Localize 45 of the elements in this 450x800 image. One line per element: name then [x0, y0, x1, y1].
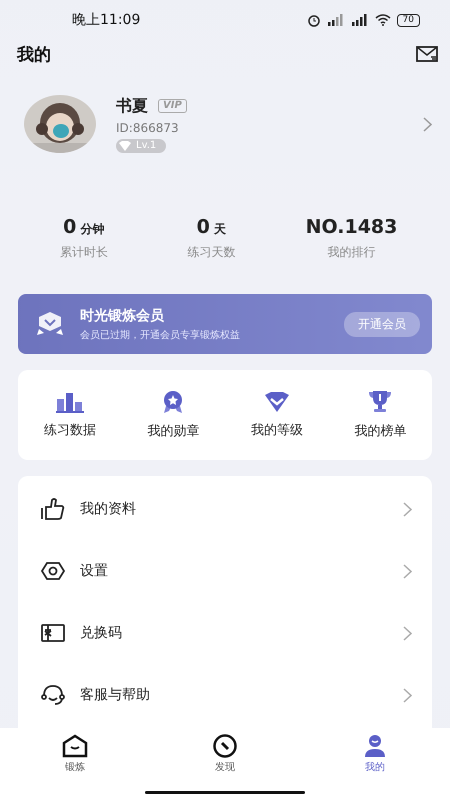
membership-subtitle: 会员已过期，开通会员专享锻炼权益: [80, 328, 241, 342]
user-icon: [362, 734, 388, 758]
shortcut-item[interactable]: 我的等级: [225, 391, 328, 439]
stat-value: 0 分钟: [63, 216, 104, 238]
bar-chart-icon: [54, 391, 85, 413]
shortcut-item[interactable]: 练习数据: [18, 391, 122, 439]
home-icon: [62, 734, 88, 758]
wifi-icon: [374, 14, 391, 26]
page-title: 我的: [17, 44, 51, 66]
chevron-right-icon: [423, 116, 432, 132]
signal-icon: [350, 14, 369, 26]
membership-title: 时光锻炼会员: [80, 306, 165, 324]
membership-banner[interactable]: 时光锻炼会员 会员已过期，开通会员专享锻炼权益 开通会员: [18, 294, 432, 354]
signal-icon: [326, 14, 345, 26]
thumbs-up-icon: [40, 496, 66, 522]
stat-value: 0 天: [196, 216, 226, 238]
stat-label: 我的排行: [328, 244, 376, 261]
chevron-right-icon: [403, 688, 412, 702]
diamond-icon: [262, 391, 291, 413]
menu-item[interactable]: 我的资料: [80, 500, 389, 518]
menu-item[interactable]: 设置: [80, 562, 389, 580]
shortcut-item[interactable]: 我的榜单: [328, 390, 432, 440]
tab-button[interactable]: 我的: [300, 734, 450, 774]
headset-icon: [40, 682, 66, 708]
user-id: ID:866873: [116, 120, 180, 134]
vip-badge: VIP: [158, 99, 187, 113]
compass-icon: [212, 734, 238, 758]
chevron-right-icon: [403, 626, 412, 640]
shortcut-item[interactable]: 我的勋章: [122, 390, 225, 440]
status-time: 晚上11:09: [72, 11, 140, 29]
alarm-icon: [306, 13, 321, 27]
chevron-right-icon: [403, 502, 412, 516]
tab-button[interactable]: 锻炼: [0, 734, 150, 774]
menu-item[interactable]: 兑换码: [80, 624, 389, 642]
tab-button[interactable]: 发现: [150, 734, 300, 774]
crown-badge-icon: [36, 311, 64, 337]
battery-level: 70: [396, 14, 420, 26]
stat-label: 累计时长: [60, 244, 108, 261]
mail-icon[interactable]: [416, 46, 438, 62]
trophy-icon: [367, 390, 394, 414]
user-name: 书夏: [116, 96, 148, 116]
chevron-right-icon: [403, 564, 412, 578]
menu-item[interactable]: 客服与帮助: [80, 686, 389, 704]
stat-label: 练习天数: [187, 244, 236, 261]
stat-value: NO.1483: [306, 216, 398, 238]
